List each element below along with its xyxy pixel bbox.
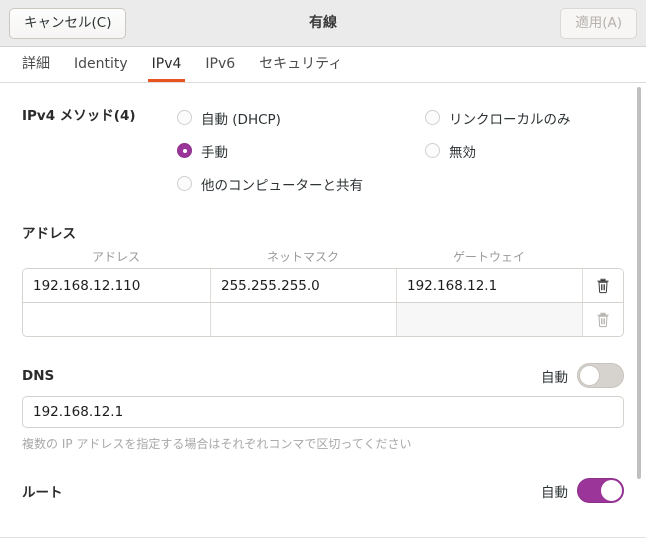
radio-manual[interactable]: 手動 bbox=[177, 134, 425, 167]
ipv4-method-left-column: 自動 (DHCP) 手動 他のコンピューターと共有 bbox=[177, 101, 425, 200]
radio-mark-icon bbox=[425, 110, 440, 125]
netmask-input-row2[interactable] bbox=[211, 303, 397, 336]
vertical-scrollbar[interactable] bbox=[637, 85, 641, 540]
tab-security[interactable]: セキュリティ bbox=[247, 47, 354, 82]
dns-hint-text: 複数の IP アドレスを指定する場合はそれぞれコンマで区切ってください bbox=[22, 437, 412, 451]
radio-shared-to-other-computers[interactable]: 他のコンピューターと共有 bbox=[177, 167, 425, 200]
routes-title: ルート bbox=[22, 484, 63, 501]
ipv4-method-right-column: リンクローカルのみ 無効 bbox=[425, 101, 635, 200]
dialog-titlebar: キャンセル(C) 有線 適用(A) bbox=[0, 0, 646, 47]
addresses-table: 192.168.12.110 255.255.255.0 192.168.12.… bbox=[22, 268, 624, 337]
dns-auto-toggle[interactable] bbox=[577, 363, 624, 388]
routes-auto-toggle[interactable] bbox=[577, 478, 624, 503]
netmask-input-row1[interactable]: 255.255.255.0 bbox=[211, 269, 397, 302]
column-header-address: アドレス bbox=[91, 250, 140, 264]
toggle-knob bbox=[601, 480, 622, 501]
radio-link-local-label: リンクローカルのみ bbox=[449, 111, 571, 128]
radio-shared-label: 他のコンピューターと共有 bbox=[201, 177, 363, 194]
trash-icon bbox=[597, 278, 609, 293]
trash-icon bbox=[597, 312, 609, 327]
ipv4-method-options: 自動 (DHCP) 手動 他のコンピューターと共有 リンクローカルのみ 無効 bbox=[177, 101, 635, 200]
ipv4-method-section: IPv4 メソッド(4) 自動 (DHCP) 手動 他のコンピューターと共有 リ… bbox=[22, 83, 624, 200]
delete-address-button-row1[interactable] bbox=[583, 269, 623, 302]
radio-mark-icon bbox=[177, 176, 192, 191]
routes-auto-label: 自動 bbox=[541, 484, 568, 501]
delete-address-button-row2[interactable] bbox=[583, 303, 623, 336]
radio-link-local-only[interactable]: リンクローカルのみ bbox=[425, 101, 635, 134]
tab-details[interactable]: 詳細 bbox=[10, 47, 62, 82]
column-header-netmask: ネットマスク bbox=[266, 250, 339, 264]
cancel-button[interactable]: キャンセル(C) bbox=[9, 8, 127, 39]
dns-servers-input[interactable]: 192.168.12.1 bbox=[22, 396, 624, 428]
radio-mark-selected-icon bbox=[177, 143, 192, 158]
address-input-row2[interactable] bbox=[23, 303, 211, 336]
column-header-actions bbox=[582, 248, 622, 265]
radio-mark-icon bbox=[425, 143, 440, 158]
dns-auto-label: 自動 bbox=[541, 369, 568, 386]
tab-identity[interactable]: Identity bbox=[62, 47, 140, 82]
dns-section-header: DNS 自動 bbox=[22, 363, 624, 388]
bottom-divider bbox=[0, 537, 646, 538]
scrollbar-thumb[interactable] bbox=[637, 87, 641, 479]
ipv4-method-label: IPv4 メソッド(4) bbox=[22, 108, 136, 124]
radio-auto-dhcp-label: 自動 (DHCP) bbox=[201, 111, 281, 128]
tab-ipv6[interactable]: IPv6 bbox=[193, 47, 247, 82]
radio-mark-icon bbox=[177, 110, 192, 125]
radio-manual-label: 手動 bbox=[201, 144, 228, 161]
routes-section-header: ルート 自動 bbox=[22, 478, 624, 503]
gateway-input-row1[interactable]: 192.168.12.1 bbox=[397, 269, 583, 302]
table-row: 192.168.12.110 255.255.255.0 192.168.12.… bbox=[23, 269, 623, 302]
radio-disable[interactable]: 無効 bbox=[425, 134, 635, 167]
address-input-row1[interactable]: 192.168.12.110 bbox=[23, 269, 211, 302]
addresses-column-headers: アドレス ネットマスク ゲートウェイ bbox=[22, 244, 624, 268]
addresses-title: アドレス bbox=[22, 226, 76, 242]
radio-auto-dhcp[interactable]: 自動 (DHCP) bbox=[177, 101, 425, 134]
radio-disable-label: 無効 bbox=[449, 144, 476, 161]
table-row bbox=[23, 302, 623, 336]
apply-button[interactable]: 適用(A) bbox=[560, 8, 637, 39]
column-header-gateway: ゲートウェイ bbox=[452, 250, 525, 264]
dns-title: DNS bbox=[22, 367, 55, 384]
tab-bar: 詳細 Identity IPv4 IPv6 セキュリティ bbox=[0, 47, 646, 83]
gateway-input-row2[interactable] bbox=[397, 303, 583, 336]
ipv4-settings-panel: IPv4 メソッド(4) 自動 (DHCP) 手動 他のコンピューターと共有 リ… bbox=[0, 83, 646, 542]
toggle-knob bbox=[579, 365, 600, 386]
tab-ipv4[interactable]: IPv4 bbox=[140, 47, 194, 82]
